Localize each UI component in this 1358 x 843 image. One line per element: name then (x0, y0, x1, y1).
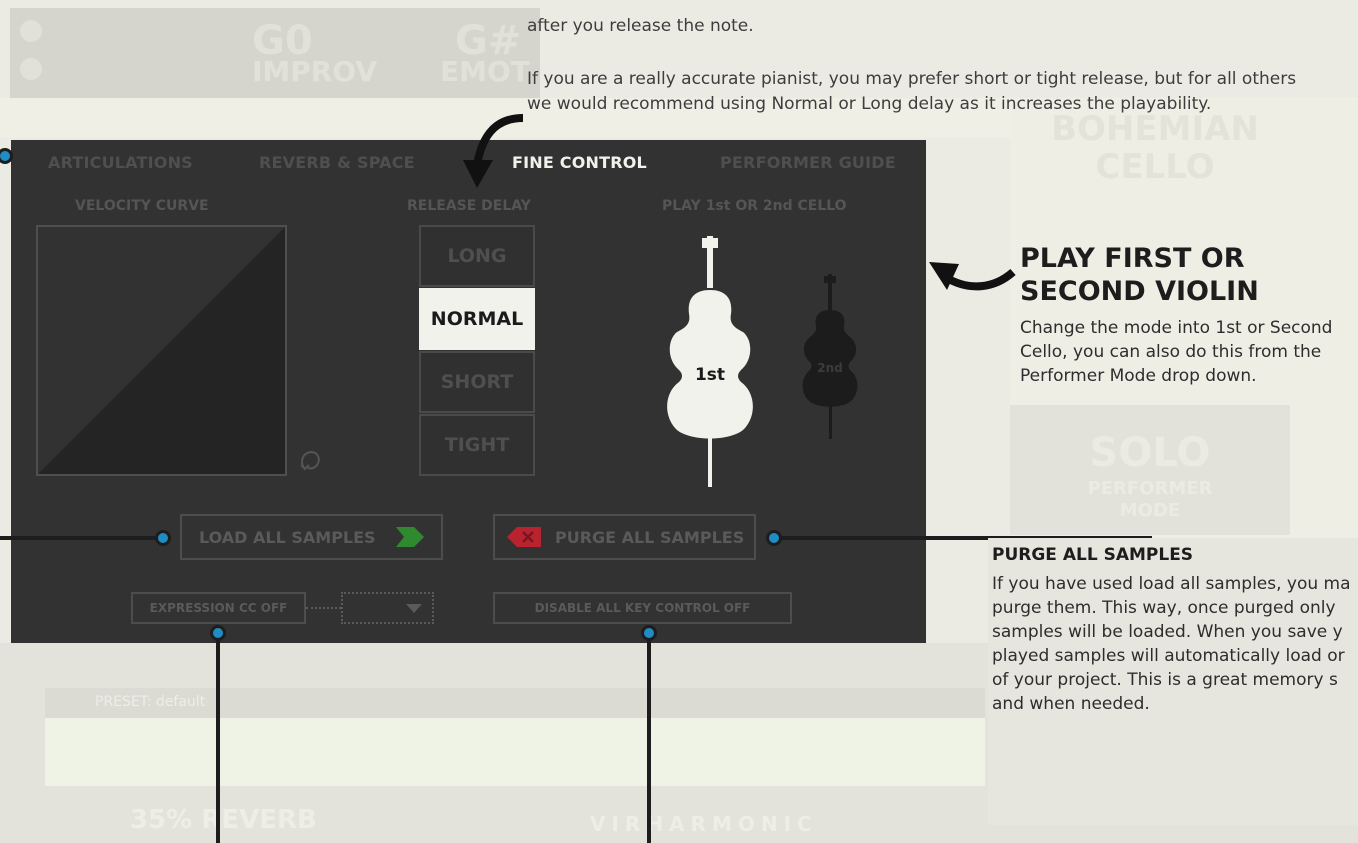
release-long-button[interactable]: LONG (419, 225, 535, 287)
pointer-arrow-icon (445, 110, 535, 194)
callout-line-load (0, 536, 165, 540)
purge-text-line5: of your project. This is a great memory … (992, 670, 1338, 690)
purge-text-line2: purge them. This way, once purged only (992, 598, 1336, 618)
pointer-arrow-left-icon (925, 252, 1020, 306)
release-delay-label: RELEASE DELAY (407, 198, 531, 214)
bg-mode-primary: IMPROV (252, 55, 378, 88)
bg-instrument-name: BOHEMIAN CELLO (1040, 110, 1270, 186)
expression-cc-dropdown[interactable] (341, 592, 434, 624)
tab-articulations[interactable]: ARTICULATIONS (48, 153, 193, 172)
purge-text-line4: played samples will automatically load o… (992, 646, 1345, 666)
bg-mode-big: SOLO (1089, 430, 1211, 476)
violin-annotation-text: Change the mode into 1st or Second Cello… (1020, 316, 1358, 388)
load-all-samples-button[interactable]: LOAD ALL SAMPLES (180, 514, 443, 560)
violin-title-line1: PLAY FIRST OR (1020, 243, 1245, 274)
release-tight-button[interactable]: TIGHT (419, 414, 535, 476)
callout-dot-expression (210, 625, 226, 641)
violin-title-line2: SECOND VIOLIN (1020, 276, 1259, 307)
bg-settings-icon (20, 58, 42, 80)
callout-dot-purge (766, 530, 782, 546)
expression-connector (306, 607, 341, 609)
tab-reverb-space[interactable]: REVERB & SPACE (259, 153, 415, 172)
purge-x-icon (507, 527, 541, 547)
callout-line-expression (216, 635, 220, 843)
bg-piano-keyboard (45, 718, 985, 786)
release-short-button[interactable]: SHORT (419, 351, 535, 413)
cello-second-button[interactable]: 2nd (801, 272, 859, 446)
purge-all-label: PURGE ALL SAMPLES (555, 527, 745, 547)
bg-brand: VIRHARMONIC (590, 812, 818, 836)
velocity-curve-label: VELOCITY CURVE (75, 198, 209, 214)
cello-second-label: 2nd (817, 361, 842, 375)
violin-annotation-title: PLAY FIRST OR SECOND VIOLIN (1020, 242, 1259, 308)
cello-first-label: 1st (695, 365, 725, 385)
release-normal-button[interactable]: NORMAL (419, 288, 535, 350)
disable-key-control-button[interactable]: DISABLE ALL KEY CONTROL OFF (493, 592, 792, 624)
bg-mode-small1: PERFORMER (1087, 478, 1213, 499)
cello-first-button[interactable]: 1st (665, 232, 755, 494)
velocity-curve-editor[interactable] (36, 225, 287, 476)
tab-performer-guide[interactable]: PERFORMER GUIDE (720, 153, 896, 172)
cello-select-label: PLAY 1st OR 2nd CELLO (662, 198, 847, 214)
chevron-down-icon (406, 604, 422, 613)
intro-line3: we would recommend using Normal or Long … (527, 94, 1212, 114)
purge-annotation-title: PURGE ALL SAMPLES (992, 545, 1194, 565)
velocity-curve-graph (38, 227, 285, 474)
load-all-label: LOAD ALL SAMPLES (199, 527, 376, 547)
purge-text-line3: samples will be loaded. When you save y (992, 622, 1343, 642)
violin-text-line1: Change the mode into 1st or Second (1020, 318, 1333, 338)
purge-annotation-text: If you have used load all samples, you m… (992, 572, 1358, 716)
bg-mode-small2: MODE (1119, 500, 1181, 521)
purge-text-line6: and when needed. (992, 694, 1150, 714)
violin-text-line3: Performer Mode drop down. (1020, 366, 1257, 386)
purge-all-samples-button[interactable]: PURGE ALL SAMPLES (493, 514, 756, 560)
violin-text-line2: Cello, you can also do this from the (1020, 342, 1322, 362)
bg-reverb-label: 35% REVERB (130, 805, 317, 835)
callout-dot-disable (641, 625, 657, 641)
purge-text-line1: If you have used load all samples, you m… (992, 574, 1351, 594)
expression-cc-button[interactable]: EXPRESSION CC OFF (131, 592, 306, 624)
bg-instrument-line2: CELLO (1095, 147, 1215, 187)
callout-line-disable (647, 635, 651, 843)
bg-help-icon (20, 20, 42, 42)
bg-preset-label: PRESET: default (95, 694, 206, 710)
reset-curve-icon[interactable] (298, 448, 324, 478)
intro-line2: If you are a really accurate pianist, yo… (527, 69, 1297, 89)
intro-line1: after you release the note. (527, 16, 754, 36)
load-arrow-icon (395, 527, 424, 547)
bg-mode-small: PERFORMER MODE (1010, 478, 1290, 522)
bg-mode-secondary: EMOT (440, 55, 530, 88)
callout-dot-load (155, 530, 171, 546)
